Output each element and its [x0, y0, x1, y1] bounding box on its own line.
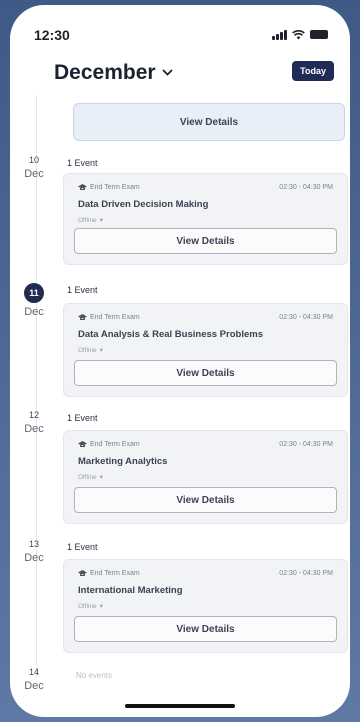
chevron-down-icon [162, 69, 172, 76]
date-label: 12 Dec [10, 410, 58, 435]
event-mode-label: Offline [78, 473, 97, 481]
header: December Today [10, 57, 350, 97]
chevron-down-icon: ▾ [99, 347, 103, 354]
no-events-label: No events [76, 671, 113, 680]
event-type-label: End Term Exam [90, 184, 140, 191]
event-type: End Term Exam [78, 314, 140, 321]
date-label: 11 Dec [10, 283, 58, 318]
event-title: Data Driven Decision Making [78, 199, 209, 210]
event-mode: Offline ▾ [78, 602, 103, 611]
date-month: Dec [24, 306, 44, 318]
view-details-button[interactable]: View Details [74, 228, 337, 254]
event-time: 02:30 - 04:30 PM [279, 314, 333, 321]
event-mode-label: Offline [78, 346, 97, 354]
view-details-button[interactable]: View Details [74, 616, 337, 642]
event-time: 02:30 - 04:30 PM [279, 441, 333, 448]
date-number: 12 [28, 410, 39, 420]
date-label: 10 Dec [10, 155, 58, 180]
date-label: 13 Dec [10, 539, 58, 564]
date-month: Dec [24, 168, 44, 180]
event-card[interactable]: End Term Exam 02:30 - 04:30 PM Marketing… [63, 430, 348, 524]
phone-screen: 12:30 December Today View Details 10 Dec… [10, 5, 350, 717]
event-mode: Offline ▾ [78, 346, 103, 355]
event-title: Marketing Analytics [78, 456, 168, 467]
date-number: 14 [28, 667, 39, 677]
graduation-cap-icon [78, 314, 87, 320]
event-count: 1 Event [67, 542, 98, 552]
event-type-label: End Term Exam [90, 570, 140, 577]
event-card[interactable]: End Term Exam 02:30 - 04:30 PM Internati… [63, 559, 348, 653]
date-month: Dec [24, 552, 44, 564]
event-count: 1 Event [67, 158, 98, 168]
date-number: 13 [28, 539, 39, 549]
event-card[interactable]: End Term Exam 02:30 - 04:30 PM Data Anal… [63, 303, 348, 397]
date-label: 14 Dec [10, 667, 58, 692]
month-title: December [54, 61, 156, 84]
chevron-down-icon: ▾ [99, 603, 103, 610]
timeline-line [36, 95, 37, 677]
view-details-button[interactable]: View Details [74, 360, 337, 386]
event-time: 02:30 - 04:30 PM [279, 570, 333, 577]
event-type: End Term Exam [78, 184, 140, 191]
date-month: Dec [24, 680, 44, 692]
event-time: 02:30 - 04:30 PM [279, 184, 333, 191]
event-type: End Term Exam [78, 570, 140, 577]
wifi-icon [292, 29, 305, 39]
date-number: 10 [28, 155, 39, 165]
event-count: 1 Event [67, 285, 98, 295]
event-mode-label: Offline [78, 216, 97, 224]
today-button[interactable]: Today [292, 61, 334, 81]
today-date-circle: 11 [24, 283, 44, 303]
date-month: Dec [24, 423, 44, 435]
event-card[interactable]: End Term Exam 02:30 - 04:30 PM Data Driv… [63, 173, 348, 265]
chevron-down-icon: ▾ [99, 474, 103, 481]
event-type-label: End Term Exam [90, 441, 140, 448]
view-details-button[interactable]: View Details [73, 103, 345, 141]
chevron-down-icon: ▾ [99, 217, 103, 224]
status-time: 12:30 [34, 27, 70, 43]
event-mode: Offline ▾ [78, 216, 103, 225]
event-mode: Offline ▾ [78, 473, 103, 482]
event-title: International Marketing [78, 585, 183, 596]
event-mode-label: Offline [78, 602, 97, 610]
month-selector[interactable]: December [54, 61, 173, 85]
graduation-cap-icon [78, 441, 87, 447]
battery-icon [310, 30, 328, 39]
home-indicator[interactable] [125, 704, 235, 708]
graduation-cap-icon [78, 570, 87, 576]
view-details-button[interactable]: View Details [74, 487, 337, 513]
event-type-label: End Term Exam [90, 314, 140, 321]
event-title: Data Analysis & Real Business Problems [78, 329, 263, 340]
graduation-cap-icon [78, 184, 87, 190]
status-bar: 12:30 [10, 5, 350, 59]
event-type: End Term Exam [78, 441, 140, 448]
event-count: 1 Event [67, 413, 98, 423]
signal-icon [272, 29, 287, 40]
status-icons [272, 29, 328, 40]
